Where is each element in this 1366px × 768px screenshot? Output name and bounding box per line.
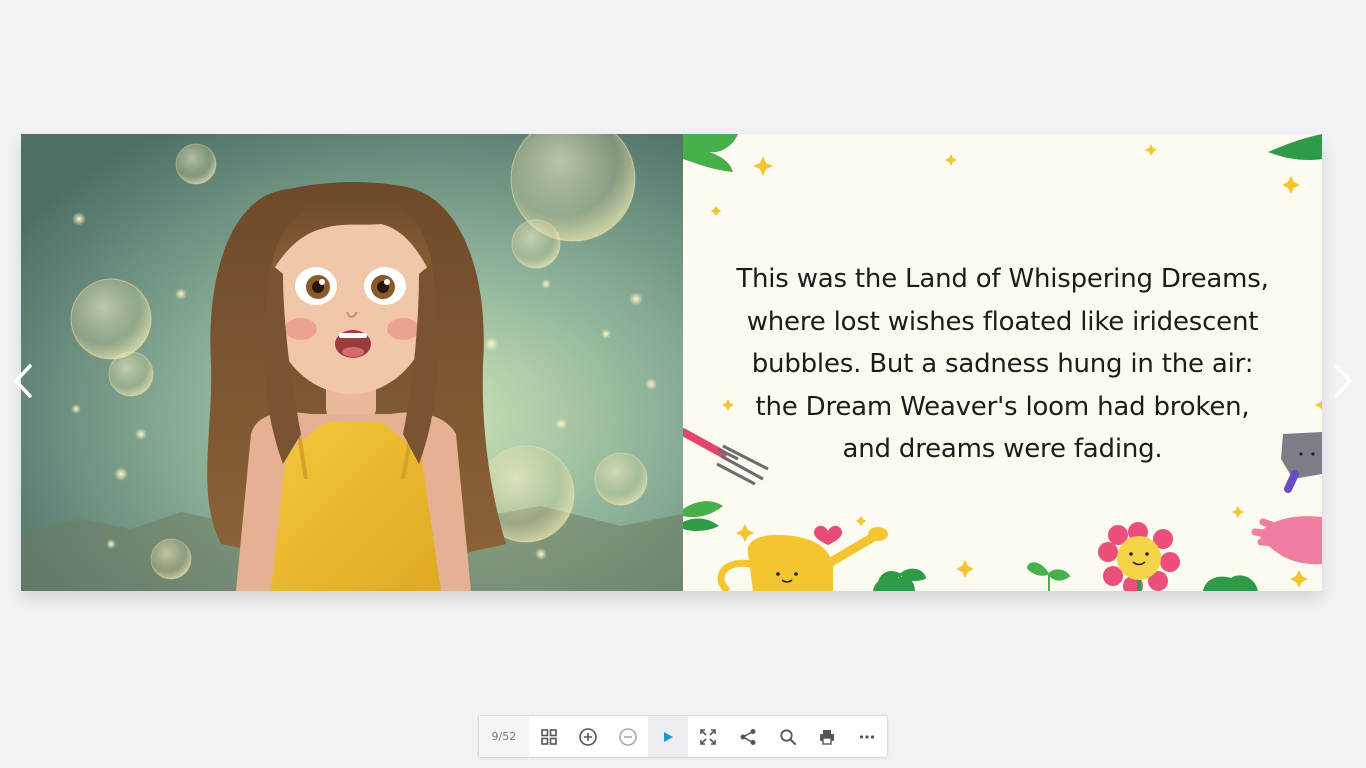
zoom-out-button[interactable] bbox=[608, 716, 648, 757]
share-button[interactable] bbox=[728, 716, 768, 757]
thumbnails-button[interactable] bbox=[529, 716, 569, 757]
zoom-in-icon bbox=[579, 727, 598, 746]
autoplay-button[interactable] bbox=[648, 716, 688, 757]
gardening-gloves-decoration bbox=[1251, 516, 1322, 565]
more-options-button[interactable] bbox=[847, 716, 887, 757]
story-text: This was the Land of Whispering Dreams, … bbox=[736, 264, 1269, 464]
page-counter: 9/52 bbox=[479, 716, 529, 757]
search-button[interactable] bbox=[768, 716, 808, 757]
right-page-text: This was the Land of Whispering Dreams, … bbox=[683, 134, 1322, 591]
print-button[interactable] bbox=[807, 716, 847, 757]
book-spread: This was the Land of Whispering Dreams, … bbox=[21, 134, 1322, 591]
smiling-flower-decoration bbox=[1098, 522, 1180, 591]
print-icon bbox=[820, 729, 835, 745]
heart-decoration bbox=[814, 525, 842, 545]
fullscreen-icon bbox=[700, 728, 716, 745]
thumbnails-icon bbox=[540, 728, 557, 745]
girl-with-bubbles-illustration bbox=[21, 134, 683, 591]
leaf-decoration-top-left bbox=[683, 134, 738, 172]
viewer-toolbar: 9/52 bbox=[478, 715, 888, 758]
fullscreen-button[interactable] bbox=[688, 716, 728, 757]
chevron-left-icon bbox=[14, 364, 32, 398]
zoom-out-icon bbox=[619, 727, 638, 746]
next-page-button[interactable] bbox=[1328, 362, 1358, 400]
play-icon bbox=[664, 731, 674, 742]
previous-page-button[interactable] bbox=[10, 362, 40, 400]
share-icon bbox=[740, 728, 756, 745]
search-icon bbox=[779, 728, 796, 745]
more-icon bbox=[860, 734, 875, 739]
chevron-right-icon bbox=[1334, 364, 1352, 398]
zoom-in-button[interactable] bbox=[569, 716, 609, 757]
left-page-illustration bbox=[21, 134, 683, 591]
